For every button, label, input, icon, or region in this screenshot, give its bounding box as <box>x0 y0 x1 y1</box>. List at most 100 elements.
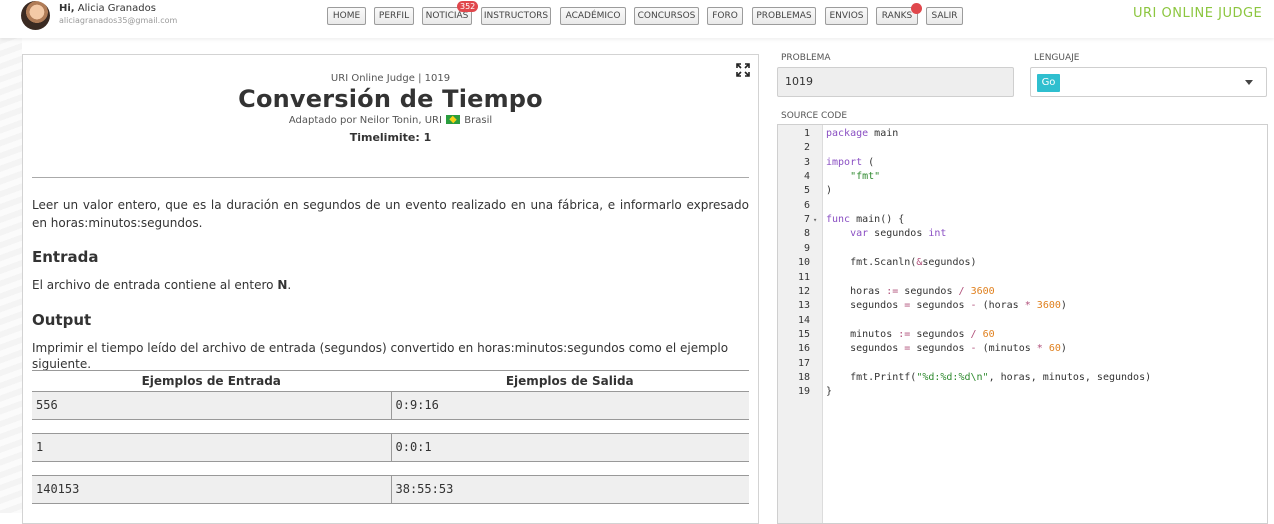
problem-judge-id: URI Online Judge | 1019 <box>330 73 451 84</box>
nav-problemas-button[interactable]: PROBLEMAS <box>752 7 816 25</box>
nav-academico-button[interactable]: ACADÉMICO <box>560 7 626 25</box>
nav-salir-button[interactable]: SALIR <box>926 7 963 25</box>
brand-logo[interactable]: URI ONLINE JUDGE <box>1133 6 1262 21</box>
line-number: 12 <box>797 285 810 297</box>
code-line[interactable]: 6 <box>778 199 1267 213</box>
language-select[interactable]: Go <box>1030 67 1267 97</box>
output-section-title: Output <box>32 311 92 329</box>
example-input: 140153 <box>36 482 80 496</box>
example-row: 556 0:9:16 <box>32 391 749 420</box>
nav-home-button[interactable]: HOME <box>327 7 366 25</box>
chevron-down-icon[interactable] <box>1245 80 1253 85</box>
line-number: 8 <box>803 228 810 240</box>
code-line[interactable]: 15 minutos := segundos / 60 <box>778 328 1267 342</box>
top-header: Hi, Alicia Granados aliciagranados35@gma… <box>0 0 1274 38</box>
code-line[interactable]: 17 <box>778 357 1267 371</box>
code-text: import ( <box>826 156 875 168</box>
problem-header: URI Online Judge | 1019 Conversión de Ti… <box>23 73 758 144</box>
line-number: 2 <box>803 142 810 154</box>
line-number: 15 <box>797 328 810 340</box>
nav-envios-button[interactable]: ENVIOS <box>825 7 868 25</box>
line-number: 17 <box>797 357 810 369</box>
code-text: minutos := segundos / 60 <box>826 328 995 340</box>
problem-title: Conversión de Tiempo <box>238 85 543 113</box>
code-text: fmt.Printf("%d:%d:%d\n", horas, minutos,… <box>826 371 1152 383</box>
example-output: 38:55:53 <box>390 476 750 503</box>
language-label: LENGUAJE <box>1034 53 1080 63</box>
input-text-bold: N <box>277 278 288 292</box>
example-row: 1 0:0:1 <box>32 433 749 462</box>
code-line[interactable]: 16 segundos = segundos - (minutos * 60) <box>778 342 1267 356</box>
code-line[interactable]: 3 import ( <box>778 156 1267 170</box>
fold-arrow-icon[interactable]: ▾ <box>813 213 817 227</box>
line-number: 1 <box>803 128 810 139</box>
example-output: 0:0:1 <box>390 434 750 461</box>
line-number: 13 <box>797 300 810 312</box>
nav-foro-button[interactable]: FORO <box>707 7 743 25</box>
nav-concursos-button[interactable]: CONCURSOS <box>634 7 699 25</box>
input-text-suffix: . <box>287 278 292 292</box>
nav-perfil-button[interactable]: PERFIL <box>374 7 414 25</box>
line-number: 11 <box>797 271 810 283</box>
line-number: 16 <box>797 343 810 355</box>
problem-label: PROBLEMA <box>781 53 831 63</box>
line-number: 7 <box>803 214 810 226</box>
ranks-notification-dot <box>911 3 922 14</box>
examples-header-row: Ejemplos de Entrada Ejemplos de Salida <box>32 370 749 391</box>
user-greeting: Hi, Alicia Granados <box>59 3 156 14</box>
source-code-editor[interactable]: 1 package main 2 3 import ( 4 "fmt" 5) 6 7 ▾ func … <box>777 124 1268 524</box>
code-line[interactable]: 12 horas := segundos / 3600 <box>778 285 1267 299</box>
line-number: 6 <box>803 199 810 211</box>
code-line[interactable]: 7 ▾ func main() { <box>778 213 1267 227</box>
input-section-title: Entrada <box>32 248 99 266</box>
source-code-label: SOURCE CODE <box>781 111 848 121</box>
code-line[interactable]: 2 <box>778 141 1267 155</box>
output-section-text: Imprimir el tiempo leído del archivo de … <box>32 341 729 371</box>
greeting-prefix: Hi, <box>59 3 75 14</box>
code-text: fmt.Scanln(&segundos) <box>826 257 977 269</box>
code-text: segundos = segundos - (horas * 3600) <box>826 300 1067 312</box>
author-text: Adaptado por Neilor Tonin, URI <box>288 115 442 126</box>
line-number: 4 <box>803 171 810 183</box>
line-number: 14 <box>797 314 810 326</box>
code-line[interactable]: 1 package main <box>778 127 1267 141</box>
examples-table: Ejemplos de Entrada Ejemplos de Salida 5… <box>32 370 749 504</box>
problem-number-input[interactable]: 1019 <box>777 67 1014 97</box>
code-line[interactable]: 13 segundos = segundos - (horas * 3600) <box>778 299 1267 313</box>
code-line[interactable]: 18 fmt.Printf("%d:%d:%d\n", horas, minut… <box>778 371 1267 385</box>
code-line[interactable]: 14 <box>778 314 1267 328</box>
code-line[interactable]: 11 <box>778 271 1267 285</box>
line-number: 18 <box>797 371 810 383</box>
problem-timelimit: Timelimite: 1 <box>349 131 432 144</box>
code-line[interactable]: 8 var segundos int <box>778 227 1267 241</box>
nav-instructors-button[interactable]: INSTRUCTORS <box>481 7 551 25</box>
line-number: 10 <box>797 257 810 269</box>
example-input: 1 <box>36 440 44 454</box>
code-line[interactable]: 10 fmt.Scanln(&segundos) <box>778 256 1267 270</box>
line-number: 3 <box>803 156 810 168</box>
problem-author: Adaptado por Neilor Tonin, URI Brasil <box>23 115 758 126</box>
author-country: Brasil <box>464 115 493 126</box>
example-row: 140153 38:55:53 <box>32 475 749 504</box>
user-email: aliciagranados35@gmail.com <box>59 16 178 25</box>
input-section-text: El archivo de entrada contiene al entero… <box>32 277 749 293</box>
example-output: 0:9:16 <box>390 392 750 419</box>
problem-description: Leer un valor entero, que es la duración… <box>32 198 749 230</box>
brazil-flag-icon <box>446 115 461 124</box>
line-number: 9 <box>803 242 810 254</box>
background-pattern <box>0 38 22 513</box>
divider <box>32 177 749 178</box>
input-text-prefix: El archivo de entrada contiene al entero <box>32 278 278 292</box>
problem-panel: URI Online Judge | 1019 Conversión de Ti… <box>22 54 759 524</box>
notice-count-badge: 352 <box>457 1 479 12</box>
code-line[interactable]: 5) <box>778 184 1267 198</box>
code-line[interactable]: 19} <box>778 385 1267 399</box>
user-avatar[interactable] <box>21 1 50 30</box>
code-line[interactable]: 4 "fmt" <box>778 170 1267 184</box>
user-name[interactable]: Alicia Granados <box>78 3 156 14</box>
code-text: } <box>826 386 833 398</box>
code-line[interactable]: 9 <box>778 242 1267 256</box>
code-text: segundos = segundos - (minutos * 60) <box>826 343 1067 355</box>
code-text: "fmt" <box>850 171 881 183</box>
code-text: horas := segundos / 3600 <box>826 285 995 297</box>
